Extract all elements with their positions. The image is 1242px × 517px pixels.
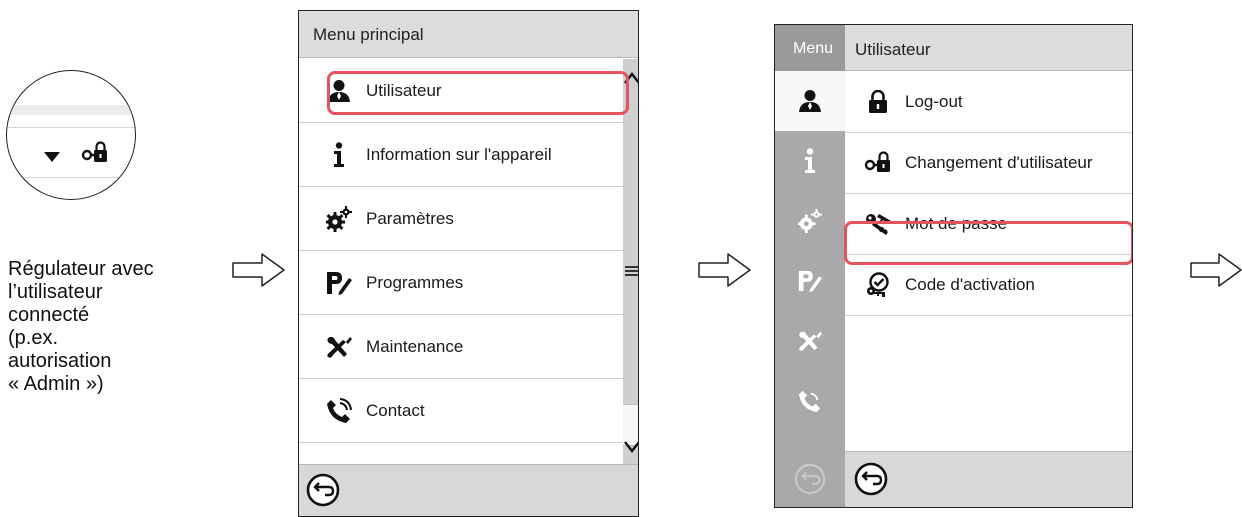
controller-detail-magnifier	[6, 70, 136, 200]
controller-caption: Régulateur avec l’utilisateur connecté (…	[8, 258, 213, 396]
caption-line: l’utilisateur	[8, 281, 103, 303]
main-menu-screen: Menu principal Utilisateur Information s…	[298, 10, 639, 517]
back-arrow-icon	[306, 473, 340, 507]
rail-item-info[interactable]	[775, 131, 845, 191]
back-button[interactable]	[853, 461, 889, 497]
menu-item-label: Paramètres	[366, 208, 454, 228]
menu-item-information[interactable]: Information sur l'appareil	[299, 123, 623, 187]
menu-item-programmes[interactable]: Programmes	[299, 251, 623, 315]
gears-icon	[798, 209, 822, 233]
lock-icon	[861, 72, 895, 132]
caption-line: autorisation	[8, 350, 112, 372]
scrollbar[interactable]	[623, 59, 638, 466]
menu-item-parametres[interactable]: Paramètres	[299, 187, 623, 251]
triangle-down-icon	[44, 152, 60, 162]
rail-item-contact[interactable]	[775, 371, 845, 431]
caption-line: (p.ex.	[8, 327, 59, 349]
menu-item-label: Changement d'utilisateur	[905, 153, 1093, 172]
menu-item-label: Log-out	[905, 92, 963, 111]
caption-line: connecté	[8, 304, 90, 326]
flow-arrow-icon	[232, 253, 285, 287]
footer-bar	[299, 464, 638, 516]
rail-item-maintenance[interactable]	[775, 311, 845, 371]
info-icon	[319, 123, 359, 186]
maintenance-icon	[319, 315, 359, 378]
menu-item-label: Maintenance	[366, 336, 464, 356]
phone-icon	[319, 379, 359, 442]
info-icon	[805, 148, 815, 173]
caption-line: « Admin »)	[8, 373, 104, 395]
maintenance-icon	[799, 331, 822, 351]
menu-item-change-user[interactable]: Changement d'utilisateur	[845, 133, 1132, 194]
rail-item-user[interactable]	[775, 71, 845, 131]
user-switch-lock-icon	[81, 141, 107, 162]
menu-lines-icon	[623, 261, 638, 281]
back-button[interactable]	[305, 472, 341, 508]
rail-item-programs[interactable]	[775, 251, 845, 311]
user-menu-screen: Menu Utilisateur Log-out Changement d'ut…	[774, 24, 1133, 508]
user-icon	[799, 90, 821, 112]
rail-item-parameters[interactable]	[775, 191, 845, 251]
divider	[7, 127, 135, 128]
gears-icon	[319, 187, 359, 250]
menu-item-label: Information sur l'appareil	[366, 144, 552, 164]
selection-highlight	[844, 221, 1132, 265]
menu-item-maintenance[interactable]: Maintenance	[299, 315, 623, 379]
menu-item-logout[interactable]: Log-out	[845, 72, 1132, 133]
rail-back-button	[775, 451, 845, 507]
menu-item-contact[interactable]: Contact	[299, 379, 623, 443]
screen-title: Utilisateur	[845, 25, 1132, 71]
footer-bar	[845, 451, 1132, 507]
rail-title: Menu	[775, 25, 845, 71]
programs-icon	[798, 270, 822, 293]
caption-line: Régulateur avec	[8, 258, 154, 280]
flow-arrow-icon	[1190, 253, 1242, 287]
menu-item-label: Programmes	[366, 272, 464, 292]
status-bar-strip	[7, 105, 135, 115]
menu-item-label: Contact	[366, 400, 425, 420]
chevron-down-icon[interactable]	[623, 434, 638, 460]
back-arrow-icon	[854, 462, 888, 496]
screen-title: Menu principal	[299, 11, 638, 58]
divider	[7, 177, 135, 178]
side-rail: Menu	[775, 25, 845, 507]
menu-list: Utilisateur Information sur l'appareil P…	[299, 59, 623, 466]
programs-icon	[319, 251, 359, 314]
back-arrow-icon	[794, 463, 826, 495]
flow-arrow-icon	[698, 253, 751, 287]
selection-highlight	[327, 71, 629, 115]
phone-icon	[798, 390, 821, 413]
user-switch-lock-icon	[861, 133, 895, 193]
